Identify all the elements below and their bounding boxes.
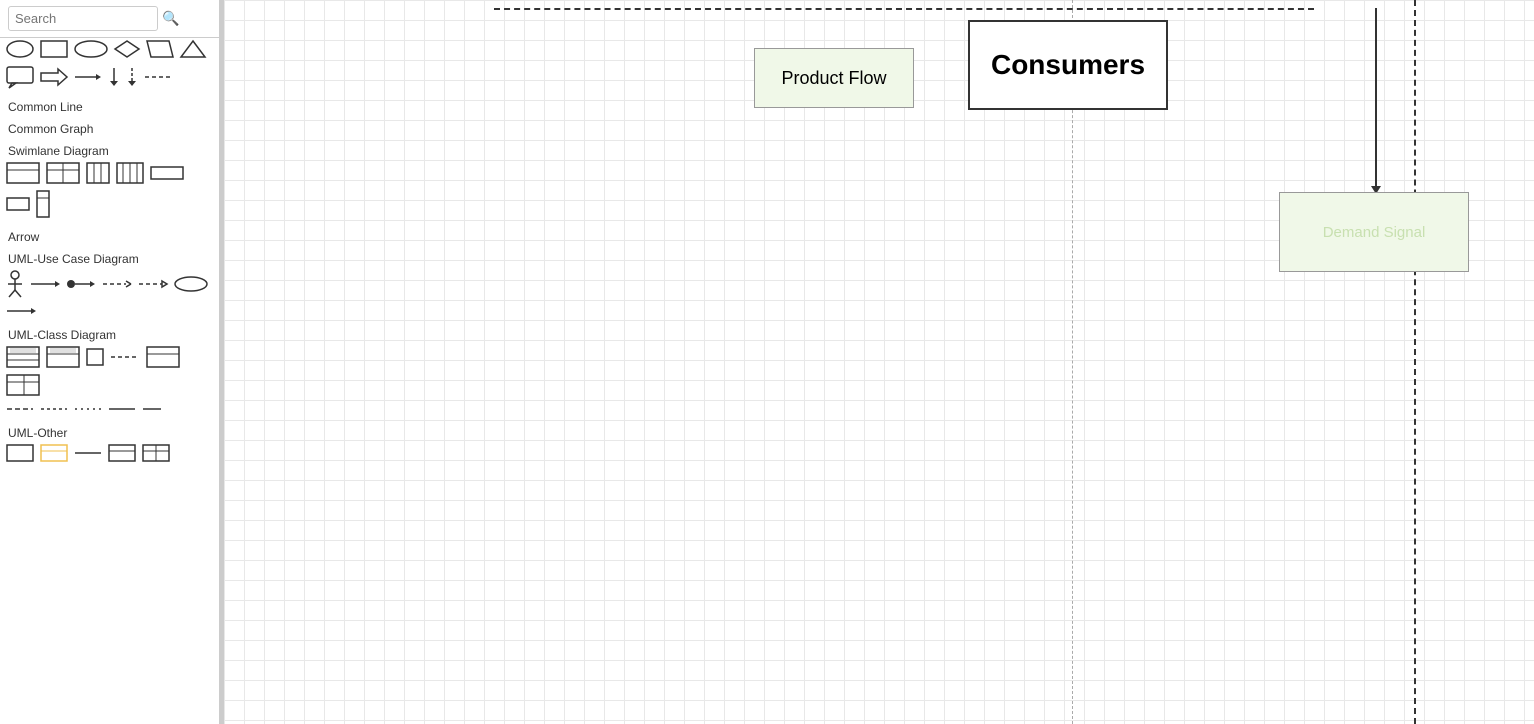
demand-signal-label: Demand Signal <box>1323 224 1426 241</box>
class-right-shape[interactable] <box>6 374 40 396</box>
product-flow-label: Product Flow <box>781 68 886 89</box>
class-dashed3-shape[interactable] <box>74 404 102 414</box>
class-solid-shape[interactable] <box>108 404 136 414</box>
consumers-label: Consumers <box>991 49 1145 81</box>
search-button[interactable]: 🔍 <box>162 10 179 27</box>
common-line-label: Common Line <box>0 94 219 116</box>
parallelogram-shape[interactable] <box>146 40 174 58</box>
arrow-vertical-line <box>1375 8 1377 186</box>
swimlane-label: Swimlane Diagram <box>0 138 219 160</box>
uml-arrow-shape[interactable] <box>30 279 60 289</box>
rectangle-shape[interactable] <box>40 40 68 58</box>
uml-other-rect4-shape[interactable] <box>142 444 170 462</box>
swimlane-2col-shape[interactable] <box>46 162 80 184</box>
class-dashed1-shape[interactable] <box>6 404 34 414</box>
uml-other-rect3-shape[interactable] <box>108 444 136 462</box>
uml-other-label: UML-Other <box>0 420 219 442</box>
class-dashed2-shape[interactable] <box>40 404 68 414</box>
uml-use-case-shapes2 <box>0 304 219 322</box>
ellipse-shape[interactable] <box>6 40 34 58</box>
class-dashed-line-shape[interactable] <box>110 352 140 362</box>
common-graph-label: Common Graph <box>0 116 219 138</box>
uml-class-shapes <box>0 344 219 402</box>
swimlane-h-shape[interactable] <box>6 162 40 184</box>
wide-rect-shape[interactable] <box>150 166 184 180</box>
product-flow-node[interactable]: Product Flow <box>754 48 914 108</box>
demand-signal-node[interactable]: Demand Signal <box>1279 192 1469 272</box>
uml-other-shapes <box>0 442 219 468</box>
uml-dash-arrow-shape[interactable] <box>102 279 132 289</box>
uml-use-case-label: UML-Use Case Diagram <box>0 246 219 268</box>
uml-other-rect2-shape[interactable] <box>40 444 68 462</box>
actor-shape[interactable] <box>6 270 24 298</box>
class-box-shape[interactable] <box>6 346 40 368</box>
search-bar: 🔍 <box>0 0 219 38</box>
single-lane-v-shape[interactable] <box>36 190 50 218</box>
dashed-down-arrow-shape[interactable] <box>126 67 138 87</box>
down-arrow-shape[interactable] <box>108 67 120 87</box>
callout-shape[interactable] <box>6 66 34 88</box>
triangle-shape[interactable] <box>180 40 206 58</box>
uml-wide-dash-shape[interactable] <box>138 279 168 289</box>
arrow-right-filled-shape[interactable] <box>40 68 68 86</box>
plain-arrow-shape[interactable] <box>74 72 102 82</box>
uml-filled-arrow-shape[interactable] <box>66 279 96 289</box>
uml-other-rect1-shape[interactable] <box>6 444 34 462</box>
dashed-top-line <box>494 8 1314 10</box>
uml-other-line1-shape[interactable] <box>74 448 102 458</box>
dashed-right-vertical <box>1414 0 1416 724</box>
class-box2-shape[interactable] <box>46 346 80 368</box>
arrow-label: Arrow <box>0 224 219 246</box>
basic-shapes-row2 <box>0 64 219 94</box>
diamond-shape[interactable] <box>114 40 140 58</box>
class-labeled-rect-shape[interactable] <box>146 346 180 368</box>
uml-single-arrow-shape[interactable] <box>6 306 36 316</box>
consumers-node[interactable]: Consumers <box>968 20 1168 110</box>
sidebar: 🔍 Common Line Common Graph <box>0 0 220 724</box>
narrow-rect-shape[interactable] <box>6 197 30 211</box>
class-short-shape[interactable] <box>142 404 162 414</box>
use-case-ellipse-shape[interactable] <box>174 276 208 292</box>
swimlane-shapes <box>0 160 219 224</box>
basic-shapes-row <box>0 38 219 64</box>
dashed-line-shape[interactable] <box>144 72 172 82</box>
uml-class-label: UML-Class Diagram <box>0 322 219 344</box>
arrow-down-container <box>1371 8 1381 194</box>
uml-use-case-shapes <box>0 268 219 304</box>
class-simple-rect-shape[interactable] <box>86 348 104 366</box>
oval-shape[interactable] <box>74 40 108 58</box>
uml-class-shapes2 <box>0 402 219 420</box>
swimlane-3col-shape[interactable] <box>86 162 110 184</box>
canvas: Product Flow Consumers Demand Signal <box>224 0 1534 724</box>
swimlane-4col-shape[interactable] <box>116 162 144 184</box>
search-input[interactable] <box>8 6 158 31</box>
